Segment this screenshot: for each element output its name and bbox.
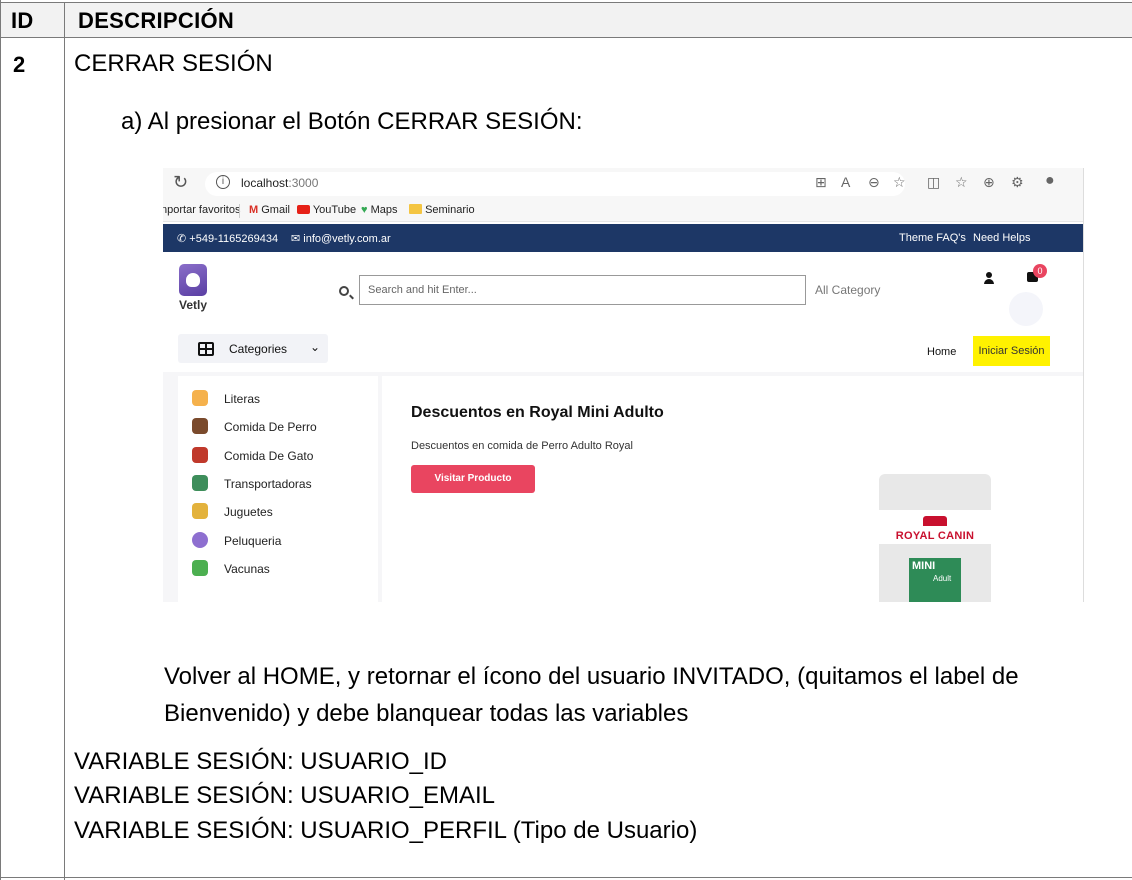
nav-row: Categories ⌄ Home Iniciar Sesión bbox=[163, 332, 1083, 372]
grid-icon bbox=[198, 342, 214, 356]
help-link[interactable]: Need Helps bbox=[973, 232, 1030, 244]
step-text: a) Al presionar el Botón CERRAR SESIÓN: bbox=[121, 108, 583, 135]
visit-product-button[interactable]: Visitar Producto bbox=[411, 465, 535, 493]
bookmark-maps[interactable]: ♥ Maps bbox=[361, 204, 398, 216]
extensions-icon[interactable]: ⚙ bbox=[1011, 174, 1024, 191]
syringe-icon bbox=[192, 560, 208, 576]
carrier-icon bbox=[192, 475, 208, 491]
bookmarks-bar: nportar favoritos M Gmail YouTube ♥ Maps… bbox=[163, 200, 1083, 222]
profile-avatar-icon[interactable]: ● bbox=[1045, 172, 1055, 190]
banner-title: Descuentos en Royal Mini Adulto bbox=[411, 404, 664, 421]
cart-circle[interactable] bbox=[1009, 292, 1043, 326]
search-input[interactable]: Search and hit Enter... bbox=[359, 275, 806, 305]
login-button[interactable]: Iniciar Sesión bbox=[973, 336, 1050, 366]
folder-icon bbox=[409, 204, 422, 214]
categories-label: Categories bbox=[229, 342, 288, 356]
session-variable-profile: VARIABLE SESIÓN: USUARIO_PERFIL (Tipo de… bbox=[74, 817, 698, 844]
row-id: 2 bbox=[13, 52, 26, 77]
read-aloud-icon[interactable]: A bbox=[841, 174, 850, 190]
cart-count-badge: 0 bbox=[1033, 264, 1047, 278]
user-icon[interactable] bbox=[983, 272, 995, 286]
bed-icon bbox=[192, 390, 208, 406]
category-select[interactable]: All Category bbox=[815, 283, 880, 297]
zoom-icon[interactable]: ⊖ bbox=[868, 174, 880, 191]
faq-link[interactable]: Theme FAQ's bbox=[899, 232, 966, 244]
row-title: CERRAR SESIÓN bbox=[74, 50, 273, 77]
table-bottom-border bbox=[1, 877, 1132, 878]
grooming-icon bbox=[192, 532, 208, 548]
dog-food-icon bbox=[192, 418, 208, 434]
bookmark-seminario[interactable]: Seminario bbox=[409, 204, 475, 216]
promo-banner: Descuentos en Royal Mini Adulto Descuent… bbox=[382, 376, 1083, 602]
info-icon[interactable]: i bbox=[216, 175, 230, 189]
search-placeholder: Search and hit Enter... bbox=[368, 284, 477, 296]
bookmark-import[interactable]: nportar favoritos bbox=[163, 204, 240, 216]
categories-button[interactable]: Categories ⌄ bbox=[178, 334, 328, 363]
bookmark-separator bbox=[239, 204, 240, 218]
phone-icon: ✆ bbox=[177, 233, 187, 245]
crown-icon bbox=[923, 516, 947, 526]
product-line: MINI bbox=[912, 560, 936, 572]
product-image[interactable]: ROYAL CANIN MINI Adult bbox=[879, 474, 991, 602]
paragraph-line-1: Volver al HOME, y retornar el ícono del … bbox=[164, 663, 1019, 690]
bookmark-youtube[interactable]: YouTube bbox=[297, 204, 356, 216]
maps-pin-icon: ♥ bbox=[361, 204, 368, 216]
favorites-icon[interactable]: ☆ bbox=[955, 174, 968, 191]
product-age: Adult bbox=[933, 574, 952, 583]
site-header: Vetly Search and hit Enter... All Catego… bbox=[163, 252, 1083, 332]
column-divider bbox=[64, 2, 65, 880]
collections-icon[interactable]: ⊕ bbox=[983, 174, 995, 191]
description-paragraph: Volver al HOME, y retornar el ícono del … bbox=[164, 658, 1019, 732]
header-description: DESCRIPCIÓN bbox=[78, 8, 235, 33]
header-id: ID bbox=[11, 8, 34, 33]
nav-home[interactable]: Home bbox=[927, 346, 956, 358]
apps-icon[interactable]: ⊞ bbox=[815, 174, 827, 191]
chevron-down-icon: ⌄ bbox=[310, 340, 321, 354]
session-variable-email: VARIABLE SESIÓN: USUARIO_EMAIL bbox=[74, 782, 496, 809]
search-icon[interactable] bbox=[339, 286, 349, 296]
logo-text[interactable]: Vetly bbox=[179, 298, 207, 312]
product-brand: ROYAL CANIN bbox=[895, 530, 975, 542]
favorite-star-icon[interactable]: ☆ bbox=[893, 174, 906, 191]
table-header-row: ID DESCRIPCIÓN bbox=[1, 2, 1132, 38]
page-content: Literas Comida De Perro Comida De Gato T… bbox=[163, 372, 1083, 602]
category-sidebar: Literas Comida De Perro Comida De Gato T… bbox=[178, 376, 378, 602]
browser-toolbar: ↻ i localhost:3000 ⊞ A ⊖ ☆ ◫ ☆ ⊕ ⚙ ● bbox=[163, 168, 1083, 200]
toy-icon bbox=[192, 503, 208, 519]
youtube-icon bbox=[297, 205, 310, 214]
split-screen-icon[interactable]: ◫ bbox=[927, 174, 940, 191]
gmail-icon: M bbox=[249, 204, 259, 216]
url-text[interactable]: localhost:3000 bbox=[241, 176, 318, 190]
phone-contact: ✆ +549-1165269434 bbox=[177, 233, 279, 245]
cat-food-icon bbox=[192, 447, 208, 463]
site-topbar: ✆ +549-1165269434 ✉ info@vetly.com.ar Th… bbox=[163, 224, 1083, 252]
paragraph-line-2: Bienvenido) y debe blanquear todas las v… bbox=[164, 700, 689, 727]
embedded-screenshot: ↻ i localhost:3000 ⊞ A ⊖ ☆ ◫ ☆ ⊕ ⚙ ● npo… bbox=[163, 168, 1084, 602]
mail-icon: ✉ bbox=[291, 233, 301, 245]
reload-icon[interactable]: ↻ bbox=[173, 172, 188, 193]
session-variable-id: VARIABLE SESIÓN: USUARIO_ID bbox=[74, 748, 447, 775]
bookmark-gmail[interactable]: M Gmail bbox=[249, 204, 290, 216]
banner-subtitle: Descuentos en comida de Perro Adulto Roy… bbox=[411, 440, 633, 452]
vetly-logo-icon[interactable] bbox=[179, 264, 207, 296]
email-contact: ✉ info@vetly.com.ar bbox=[291, 233, 391, 245]
